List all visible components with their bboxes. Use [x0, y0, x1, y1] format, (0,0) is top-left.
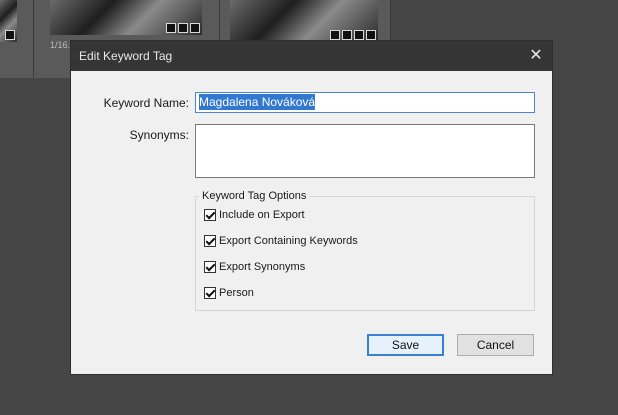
- export-synonyms-checkbox[interactable]: [204, 261, 216, 273]
- collection-badge-icon[interactable]: [342, 30, 352, 40]
- save-button[interactable]: Save: [367, 334, 444, 356]
- person-checkbox[interactable]: [204, 287, 216, 299]
- grid-cell-left[interactable]: [0, 0, 34, 78]
- options-group-label: Keyword Tag Options: [199, 190, 310, 202]
- person-label: Person: [219, 287, 254, 299]
- dialog-titlebar[interactable]: Edit Keyword Tag ✕: [71, 41, 552, 71]
- export-containing-keywords-option[interactable]: Export Containing Keywords: [204, 235, 358, 247]
- export-synonyms-label: Export Synonyms: [219, 261, 306, 273]
- edit-keyword-dialog: Edit Keyword Tag ✕ Keyword Name: Magdale…: [70, 40, 553, 375]
- export-synonyms-option[interactable]: Export Synonyms: [204, 261, 305, 273]
- thumbnail[interactable]: [0, 0, 17, 42]
- include-on-export-checkbox[interactable]: [204, 209, 216, 221]
- cancel-button[interactable]: Cancel: [457, 334, 534, 356]
- synonyms-textarea[interactable]: [195, 124, 535, 178]
- collection-badge-icon[interactable]: [178, 23, 188, 33]
- keyword-name-value: Magdalena Nováková: [199, 94, 316, 110]
- crop-badge-icon[interactable]: [354, 30, 364, 40]
- keyword-name-input[interactable]: Magdalena Nováková: [195, 92, 535, 113]
- export-containing-keywords-label: Export Containing Keywords: [219, 235, 358, 247]
- dialog-title: Edit Keyword Tag: [79, 49, 173, 63]
- close-icon: ✕: [529, 47, 543, 64]
- keyword-badge-icon[interactable]: [166, 23, 176, 33]
- metadata-badge-icon[interactable]: [5, 30, 15, 40]
- metadata-badge-icon[interactable]: [366, 30, 376, 40]
- person-option[interactable]: Person: [204, 287, 254, 299]
- export-containing-keywords-checkbox[interactable]: [204, 235, 216, 247]
- thumbnail[interactable]: [50, 0, 202, 35]
- keyword-badge-icon[interactable]: [330, 30, 340, 40]
- thumbnail[interactable]: [230, 0, 378, 42]
- synonyms-label: Synonyms:: [129, 128, 189, 142]
- include-on-export-option[interactable]: Include on Export: [204, 209, 305, 221]
- metadata-badge-icon[interactable]: [190, 23, 200, 33]
- keyword-name-label: Keyword Name:: [103, 96, 189, 110]
- close-button[interactable]: ✕: [520, 41, 552, 71]
- include-on-export-label: Include on Export: [219, 209, 305, 221]
